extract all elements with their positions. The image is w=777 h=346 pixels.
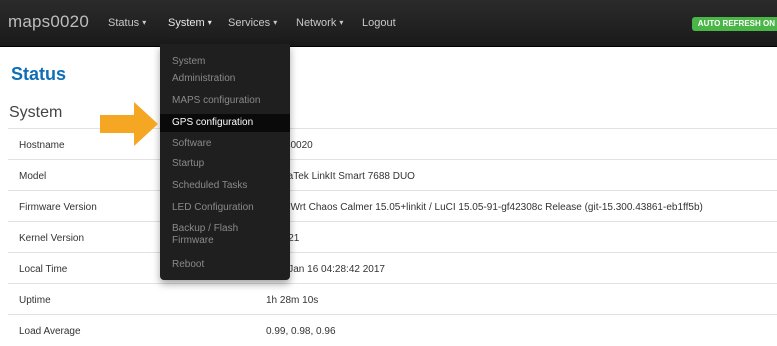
menu-item-scheduled-tasks[interactable]: Scheduled Tasks: [160, 180, 290, 192]
nav-logout-link[interactable]: Logout: [362, 17, 396, 29]
caret-down-icon: ▾: [207, 18, 212, 27]
section-title-system: System: [9, 104, 63, 121]
row-label: Firmware Version: [19, 202, 97, 213]
auto-refresh-badge[interactable]: AUTO REFRESH ON: [691, 17, 777, 31]
orange-arrow-icon: [100, 102, 158, 146]
nav-system-label: System: [168, 17, 205, 29]
nav-network-label: Network: [296, 17, 337, 29]
nav-services-label: Services: [228, 17, 271, 29]
caret-down-icon: ▾: [273, 18, 278, 27]
nav-network-menu[interactable]: Network ▾: [296, 17, 343, 29]
system-dropdown-menu: System Administration MAPS configuration…: [160, 44, 290, 280]
menu-item-system[interactable]: System: [160, 56, 290, 68]
row-label: Model: [19, 171, 47, 182]
menu-item-gps-configuration[interactable]: GPS configuration: [160, 114, 290, 132]
row-label: Load Average: [19, 326, 81, 337]
menu-item-backup-flash-firmware[interactable]: Backup / Flash Firmware: [160, 223, 290, 247]
table-row: Firmware Version OpenWrt Chaos Calmer 15…: [8, 190, 777, 222]
menu-item-administration[interactable]: Administration: [160, 73, 290, 85]
nav-system-menu[interactable]: System ▾: [168, 17, 212, 29]
top-navbar: maps0020 Status ▾ System ▾ Services ▾ Netwo…: [0, 0, 777, 47]
page-title: Status: [11, 64, 67, 84]
row-value: 1h 28m 10s: [266, 295, 319, 306]
caret-down-icon: ▾: [142, 18, 147, 27]
row-label: Uptime: [19, 295, 51, 306]
brand-hostname[interactable]: maps0020: [8, 12, 89, 32]
row-label: Kernel Version: [19, 233, 85, 244]
table-row: Kernel Version 3.18.21: [8, 221, 777, 253]
table-row: Local Time Mon Jan 16 04:28:42 2017: [8, 252, 777, 284]
menu-item-led-configuration[interactable]: LED Configuration: [160, 202, 290, 214]
table-row: Load Average 0.99, 0.98, 0.96: [8, 314, 777, 346]
row-label: Hostname: [19, 140, 65, 151]
nav-services-menu[interactable]: Services ▾: [228, 17, 277, 29]
menu-item-maps-configuration[interactable]: MAPS configuration: [160, 95, 290, 107]
table-row: Model MediaTek LinkIt Smart 7688 DUO: [8, 159, 777, 191]
row-value: 0.99, 0.98, 0.96: [266, 326, 336, 337]
menu-item-software[interactable]: Software: [160, 138, 290, 150]
nav-status-label: Status: [108, 17, 140, 29]
menu-item-reboot[interactable]: Reboot: [160, 259, 290, 271]
row-label: Local Time: [19, 264, 68, 275]
row-value: OpenWrt Chaos Calmer 15.05+linkit / LuCI…: [266, 202, 703, 213]
table-row: Uptime 1h 28m 10s: [8, 283, 777, 315]
caret-down-icon: ▾: [339, 18, 344, 27]
nav-status-menu[interactable]: Status ▾: [108, 17, 146, 29]
menu-item-startup[interactable]: Startup: [160, 158, 290, 170]
